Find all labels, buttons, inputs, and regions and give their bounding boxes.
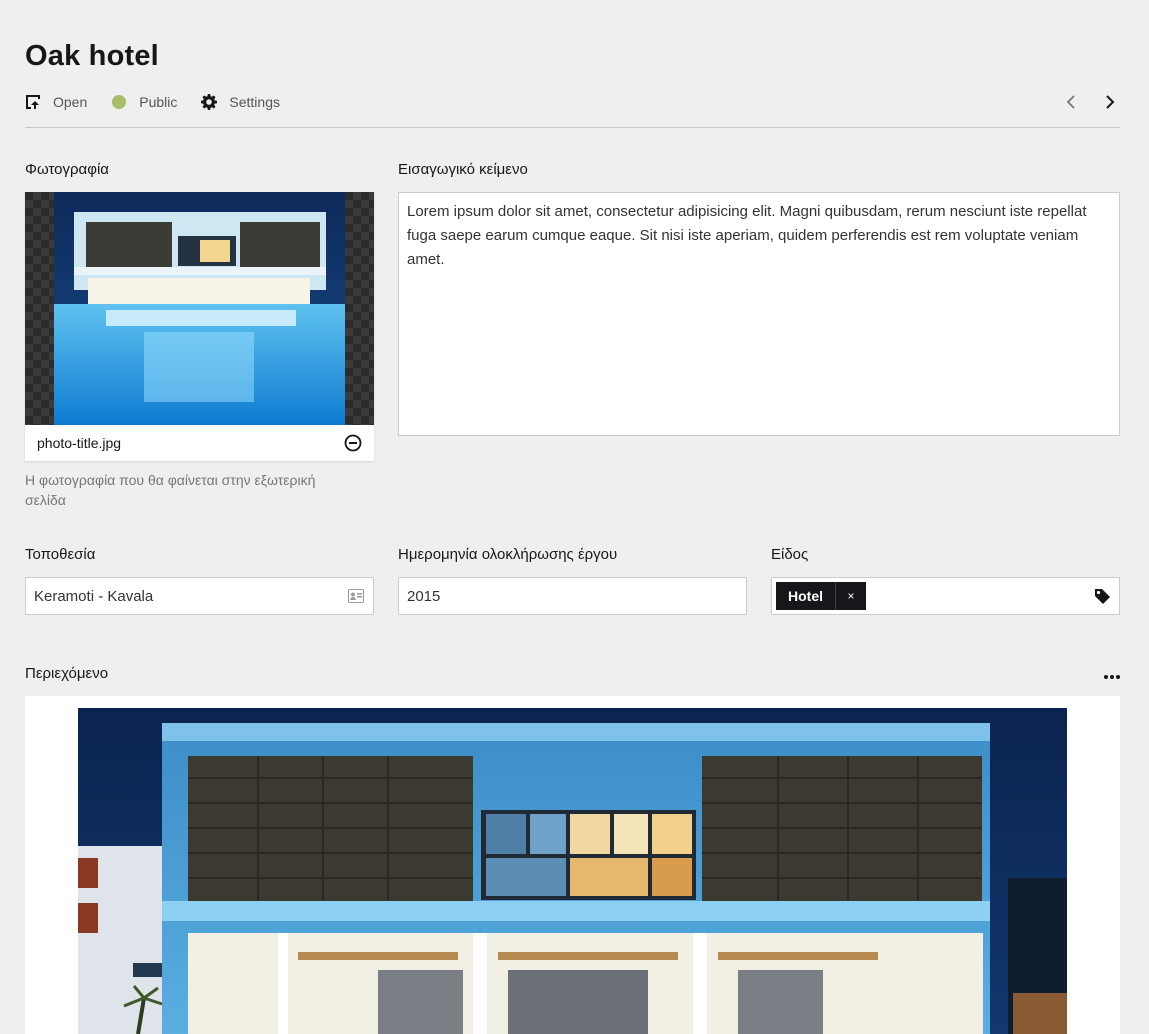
- pagination: [1042, 92, 1120, 112]
- status-dot-icon: [112, 95, 127, 109]
- gear-icon: [201, 94, 218, 110]
- toolbar: Open Public Settings: [25, 91, 1120, 113]
- content-label: Περιεχόμενο: [25, 665, 109, 682]
- open-external-icon: [25, 94, 41, 110]
- content-editor[interactable]: [25, 696, 1120, 1034]
- intro-label: Εισαγωγικό κείμενο: [398, 161, 528, 178]
- photo-footer: photo-title.jpg: [25, 425, 374, 461]
- content-image: [78, 708, 1067, 1034]
- photo-card[interactable]: photo-title.jpg: [25, 192, 374, 461]
- header-divider: [25, 127, 1120, 128]
- tag-icon: [1093, 587, 1111, 605]
- location-value: Keramoti - Kavala: [34, 587, 154, 605]
- photo-label: Φωτογραφία: [25, 161, 109, 178]
- remove-circle-icon[interactable]: [344, 434, 362, 452]
- type-label: Είδος: [771, 546, 809, 563]
- photo-filename: photo-title.jpg: [37, 435, 122, 451]
- type-tags-input[interactable]: Hotel ×: [771, 577, 1120, 615]
- page-title: Oak hotel: [25, 40, 159, 72]
- tag-label: Hotel: [788, 588, 823, 604]
- tag-hotel[interactable]: Hotel ×: [776, 582, 866, 610]
- status-label: Public: [139, 94, 178, 110]
- completion-value: 2015: [407, 587, 441, 605]
- intro-textarea[interactable]: Lorem ipsum dolor sit amet, consectetur …: [398, 192, 1120, 436]
- open-button[interactable]: Open: [25, 94, 87, 110]
- address-card-icon: [347, 587, 365, 605]
- location-label: Τοποθεσία: [25, 546, 96, 563]
- completion-label: Ημερομηνία ολοκλήρωσης έργου: [398, 546, 618, 563]
- tag-remove-button[interactable]: ×: [835, 582, 866, 610]
- photo-help-text: Η φωτογραφία που θα φαίνεται στην εξωτερ…: [25, 472, 316, 508]
- completion-input[interactable]: 2015: [398, 577, 747, 615]
- location-input[interactable]: Keramoti - Kavala: [25, 577, 374, 615]
- more-options-icon[interactable]: [1103, 668, 1121, 686]
- chevron-right-icon[interactable]: [1100, 92, 1120, 112]
- settings-label: Settings: [229, 94, 280, 110]
- status-button[interactable]: Public: [111, 94, 177, 110]
- photo-preview[interactable]: [25, 192, 374, 425]
- chevron-left-icon[interactable]: [1061, 92, 1081, 112]
- open-label: Open: [53, 94, 88, 110]
- settings-button[interactable]: Settings: [201, 94, 280, 110]
